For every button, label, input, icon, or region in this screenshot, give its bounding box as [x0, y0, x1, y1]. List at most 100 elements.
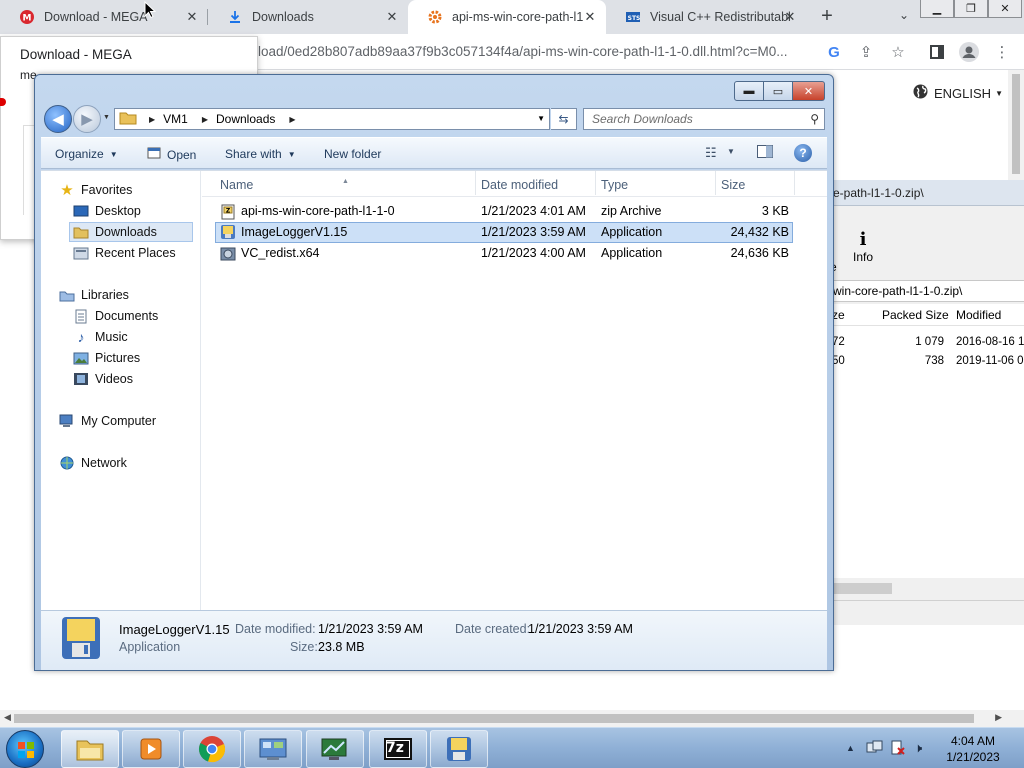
sevenzip-path-field[interactable]: win-core-path-l1-1-0.zip\ — [830, 280, 1024, 302]
breadcrumb-arrow-icon[interactable]: ▶ — [149, 115, 155, 124]
nav-videos[interactable]: Videos — [73, 369, 133, 389]
scroll-right-icon[interactable]: ▶ — [995, 712, 1002, 723]
minimize-button[interactable]: ▬ — [734, 81, 764, 101]
menu-icon[interactable]: ⋮ — [992, 42, 1012, 62]
profile-avatar-icon[interactable] — [959, 42, 979, 62]
forward-button[interactable]: ▶ — [73, 105, 101, 133]
nav-downloads[interactable]: Downloads — [69, 222, 193, 242]
bookmark-star-icon[interactable]: ☆ — [888, 42, 908, 62]
scrollbar-thumb[interactable] — [1012, 74, 1020, 174]
open-label: Open — [167, 147, 197, 162]
breadcrumb-downloads[interactable]: Downloads — [216, 112, 275, 126]
maximize-button[interactable]: ▭ — [764, 81, 793, 101]
close-icon[interactable]: ✕ — [384, 9, 400, 25]
tab-visual-cpp[interactable]: STS Visual C++ Redistributabl ✕ — [606, 0, 806, 34]
back-button[interactable]: ◀ — [44, 105, 72, 133]
show-hidden-icons[interactable]: ▲ — [846, 743, 855, 753]
breadcrumb-vm1[interactable]: VM1 — [163, 112, 188, 126]
column-divider[interactable] — [794, 171, 795, 195]
sevenzip-hscrollbar[interactable] — [830, 580, 1024, 597]
taskbar-control-panel[interactable] — [244, 730, 302, 768]
breadcrumb-arrow-icon[interactable]: ▶ — [202, 115, 208, 124]
page-hscrollbar[interactable]: ◀ ▶ — [0, 710, 1024, 727]
share-icon[interactable]: ⇪ — [856, 42, 876, 62]
action-center-icon[interactable] — [890, 740, 906, 759]
table-row[interactable]: 50 738 2019-11-06 0 — [830, 351, 1024, 370]
recent-locations-dropdown[interactable]: ▼ — [103, 114, 110, 121]
taskbar-media-player[interactable] — [122, 730, 180, 768]
view-options-icon[interactable]: ☷ — [705, 145, 717, 161]
scrollbar-thumb[interactable] — [14, 714, 974, 723]
nav-recent-places[interactable]: Recent Places — [73, 243, 176, 263]
refresh-button[interactable]: ⇆ — [551, 108, 577, 130]
table-row[interactable]: Z api-ms-win-core-path-l1-1-0 1/21/2023 … — [215, 201, 793, 222]
volume-icon[interactable]: 🕨 — [914, 740, 922, 756]
page-scrollbar[interactable] — [1008, 70, 1024, 180]
pictures-icon — [73, 350, 89, 366]
nav-pictures[interactable]: Pictures — [73, 348, 140, 368]
close-button[interactable]: ✕ — [793, 81, 825, 101]
help-icon[interactable]: ? — [794, 144, 812, 162]
sevenzip-title-path: e-path-l1-1-0.zip\ — [830, 180, 1024, 206]
col-size-header[interactable]: Size — [721, 178, 745, 192]
clock[interactable]: 4:04 AM 1/21/2023 — [928, 733, 1018, 765]
close-icon[interactable]: ✕ — [782, 9, 798, 25]
chevron-down-icon[interactable]: ▼ — [727, 147, 735, 156]
column-divider[interactable] — [715, 171, 716, 195]
taskbar-chrome[interactable] — [183, 730, 241, 768]
nav-label: Recent Places — [95, 246, 176, 260]
nav-music[interactable]: ♪ Music — [73, 327, 128, 347]
chevron-down-icon[interactable]: ▼ — [537, 114, 545, 123]
maximize-button[interactable]: ❐ — [954, 0, 988, 18]
nav-documents[interactable]: Documents — [73, 306, 158, 326]
nav-my-computer[interactable]: My Computer — [59, 411, 156, 431]
address-bar[interactable]: load/0ed28b807adb89aa37f9b3c057134f4a/ap… — [258, 44, 787, 59]
nav-desktop[interactable]: Desktop — [73, 201, 141, 221]
taskbar-explorer[interactable] — [61, 730, 119, 768]
scrollbar-thumb[interactable] — [834, 583, 892, 594]
nav-favorites[interactable]: ★ Favorites — [59, 180, 132, 200]
side-panel-icon[interactable] — [927, 42, 947, 62]
start-button[interactable] — [6, 730, 44, 768]
open-button[interactable]: Open — [147, 147, 196, 162]
col-type-header[interactable]: Type — [601, 178, 628, 192]
new-tab-button[interactable]: + — [816, 5, 838, 27]
column-divider[interactable] — [595, 171, 596, 195]
taskbar-7zip[interactable]: 7z — [369, 730, 427, 768]
preview-pane-icon[interactable] — [757, 145, 773, 161]
table-row-selected[interactable]: ImageLoggerV1.15 1/21/2023 3:59 AM Appli… — [215, 222, 793, 243]
nav-libraries[interactable]: Libraries — [59, 285, 129, 305]
network-tray-icon[interactable] — [866, 740, 884, 759]
minimize-button[interactable]: ▁ — [920, 0, 954, 18]
close-button[interactable]: ✕ — [988, 0, 1022, 18]
cell-packed: 1 079 — [915, 336, 944, 348]
column-divider[interactable] — [475, 171, 476, 195]
breadcrumb-arrow-icon[interactable]: ▶ — [289, 115, 295, 124]
table-row[interactable]: VC_redist.x64 1/21/2023 4:00 AM Applicat… — [215, 243, 793, 264]
col-modified-header[interactable]: Modified — [956, 308, 1001, 322]
documents-icon — [73, 308, 89, 324]
search-input[interactable]: Search Downloads ⚲ — [583, 108, 825, 130]
tab-downloads[interactable]: Downloads ✕ — [208, 0, 408, 34]
nav-network[interactable]: Network — [59, 453, 127, 473]
table-row[interactable]: 72 1 079 2016-08-16 1 — [830, 332, 1024, 351]
scroll-left-icon[interactable]: ◀ — [4, 712, 11, 723]
tab-mega[interactable]: M Download - MEGA ✕ — [0, 0, 208, 34]
taskbar-floppy-app[interactable] — [430, 730, 488, 768]
new-folder-button[interactable]: New folder — [324, 147, 381, 161]
organize-button[interactable]: Organize ▼ — [55, 147, 118, 161]
search-icon[interactable]: ⚲ — [810, 112, 819, 126]
close-icon[interactable]: ✕ — [184, 9, 200, 25]
google-lens-icon[interactable]: G — [824, 42, 844, 62]
col-name-header[interactable]: Name — [220, 178, 253, 192]
taskbar-monitor-app[interactable] — [306, 730, 364, 768]
breadcrumb[interactable]: ▶ VM1 ▶ Downloads ▶ ▼ — [114, 108, 550, 130]
tab-dll-site[interactable]: api-ms-win-core-path-l1 ✕ — [408, 0, 606, 34]
info-button[interactable]: i Info — [848, 230, 878, 265]
share-with-button[interactable]: Share with ▼ — [225, 147, 296, 161]
col-packed-header[interactable]: Packed Size — [882, 308, 949, 322]
col-date-header[interactable]: Date modified — [481, 178, 558, 192]
close-icon[interactable]: ✕ — [582, 9, 598, 25]
language-selector[interactable]: ENGLISH ▼ — [913, 84, 1003, 102]
tab-search-icon[interactable]: ⌄ — [895, 8, 913, 26]
